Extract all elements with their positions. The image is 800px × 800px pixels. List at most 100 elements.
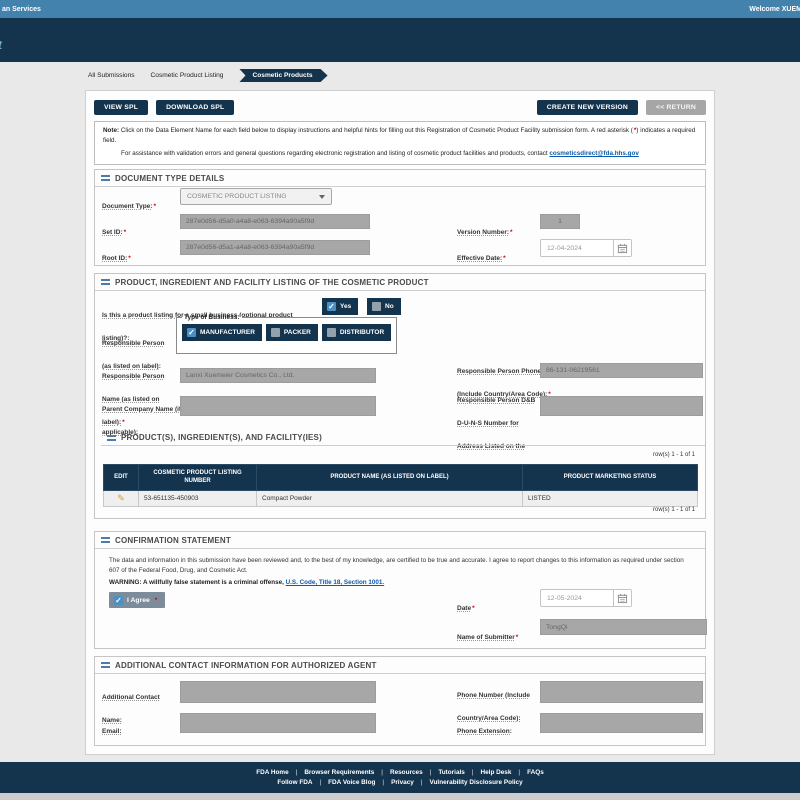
- footer-separator: |: [319, 779, 322, 786]
- assistance-text: For assistance with validation errors an…: [121, 150, 550, 158]
- small-business-no-button[interactable]: No: [367, 298, 401, 315]
- document-type-value: COSMETIC PRODUCT LISTING: [187, 193, 287, 200]
- date-input[interactable]: 12-05-2024: [541, 590, 613, 606]
- toolbar-spacer: [242, 100, 528, 116]
- edit-cell: ✎: [103, 490, 139, 507]
- document-type-label[interactable]: Document Type:: [102, 203, 152, 210]
- phone-extension-label[interactable]: Phone Extension:: [457, 728, 512, 735]
- root-id-label[interactable]: Root ID:: [102, 255, 127, 262]
- footer-link-faqs[interactable]: FAQs: [527, 769, 544, 776]
- view-spl-button[interactable]: VIEW SPL: [94, 100, 149, 115]
- form-card: VIEW SPL DOWNLOAD SPL CREATE NEW VERSION…: [85, 90, 715, 755]
- section-collapse-icon[interactable]: [101, 175, 110, 181]
- calendar-icon[interactable]: [613, 240, 631, 256]
- document-type-details-section: DOCUMENT TYPE DETAILS Document Type:* CO…: [94, 169, 706, 266]
- checkbox-empty-icon: [270, 328, 280, 337]
- product-section-header: PRODUCT, INGREDIENT AND FACILITY LISTING…: [95, 274, 705, 291]
- required-asterisk: *: [510, 229, 513, 236]
- assistance-paragraph: For assistance with validation errors an…: [121, 149, 697, 158]
- edit-column-header: EDIT: [103, 464, 139, 491]
- document-type-select[interactable]: COSMETIC PRODUCT LISTING: [180, 188, 332, 205]
- row-count-top: row(s) 1 - 1 of 1: [652, 452, 695, 458]
- section-title: DOCUMENT TYPE DETAILS: [115, 173, 225, 183]
- i-agree-label: I Agree: [127, 596, 150, 604]
- business-type-distributor[interactable]: DISTRIBUTOR: [321, 324, 392, 341]
- contact-email-link[interactable]: cosmeticsdirect@fda.hhs.gov: [549, 150, 638, 157]
- note-prefix: Note:: [103, 127, 120, 134]
- email-label[interactable]: Email:: [102, 728, 122, 735]
- footer-link-follow-fda[interactable]: Follow FDA: [277, 779, 312, 786]
- no-label: No: [385, 303, 394, 310]
- required-asterisk: *: [515, 634, 519, 641]
- i-agree-button[interactable]: I Agree *: [109, 592, 166, 608]
- listing-number-column-header: COSMETIC PRODUCT LISTING NUMBER: [138, 464, 257, 491]
- effective-date-label[interactable]: Effective Date:: [457, 255, 502, 262]
- footer-link-fda-voice-blog[interactable]: FDA Voice Blog: [328, 779, 375, 786]
- return-button[interactable]: << RETURN: [646, 100, 706, 115]
- toolbar: VIEW SPL DOWNLOAD SPL CREATE NEW VERSION…: [94, 100, 706, 116]
- date-wrapper: 12-05-2024: [540, 589, 632, 607]
- required-asterisk: *: [472, 605, 475, 612]
- us-code-link[interactable]: U.S. Code, Title 18, Section 1001.: [286, 579, 385, 586]
- contact-phone-field: [540, 681, 703, 703]
- name-of-submitter-field: TongQi: [540, 619, 707, 635]
- breadcrumb-cosmetic-products-active[interactable]: Cosmetic Products: [239, 69, 327, 82]
- calendar-icon[interactable]: [613, 590, 631, 606]
- effective-date-input[interactable]: 12-04-2024: [541, 240, 613, 256]
- set-id-label[interactable]: Set ID:: [102, 229, 123, 236]
- business-type-packer[interactable]: PACKER: [265, 324, 318, 341]
- additional-section-header: ADDITIONAL CONTACT INFORMATION FOR AUTHO…: [95, 657, 705, 674]
- product-name-column-header: PRODUCT NAME (AS LISTED ON LABEL): [256, 464, 523, 491]
- warning-text: WARNING: A willfully false statement is …: [109, 579, 695, 586]
- version-number-field: 1: [540, 214, 580, 229]
- section-title: ADDITIONAL CONTACT INFORMATION FOR AUTHO…: [115, 660, 377, 670]
- footer-link-tutorials[interactable]: Tutorials: [438, 769, 465, 776]
- edit-pencil-icon[interactable]: ✎: [117, 493, 125, 504]
- footer-link-privacy[interactable]: Privacy: [391, 779, 414, 786]
- required-asterisk: *: [153, 203, 156, 210]
- name-of-submitter-label[interactable]: Name of Submitter: [457, 634, 515, 641]
- required-asterisk: *: [128, 255, 131, 262]
- rp-phone-field: 86-131-06219561: [540, 363, 703, 378]
- footer-separator: |: [295, 769, 298, 776]
- create-new-version-button[interactable]: CREATE NEW VERSION: [536, 100, 639, 115]
- breadcrumb-cosmetic-product-listing[interactable]: Cosmetic Product Listing: [151, 72, 224, 79]
- business-type-manufacturer[interactable]: MANUFACTURER: [182, 324, 262, 341]
- warning-body: WARNING: A willfully false statement is …: [109, 579, 286, 586]
- footer-link-vulnerability-disclosure[interactable]: Vulnerability Disclosure Policy: [429, 779, 522, 786]
- breadcrumb-all-submissions[interactable]: All Submissions: [88, 72, 135, 79]
- version-number-label[interactable]: Version Number:: [457, 229, 509, 236]
- root-id-field: 287e0d56-d5a1-a4a8-e063-6394a90a5f9d: [180, 240, 370, 255]
- welcome-user-text: Welcome XUEM: [749, 5, 800, 13]
- download-spl-button[interactable]: DOWNLOAD SPL: [156, 100, 235, 115]
- footer-link-resources[interactable]: Resources: [390, 769, 423, 776]
- section-collapse-icon[interactable]: [107, 434, 116, 441]
- listing-number-cell: 53-651135-450903: [138, 490, 257, 507]
- marketing-status-column-header: PRODUCT MARKETING STATUS: [522, 464, 698, 491]
- effective-date-wrapper: 12-04-2024: [540, 239, 632, 257]
- section-collapse-icon[interactable]: [101, 662, 110, 668]
- required-asterisk: *: [123, 229, 127, 236]
- section-collapse-icon[interactable]: [101, 537, 110, 543]
- footer-link-fda-home[interactable]: FDA Home: [256, 769, 288, 776]
- small-business-yes-button[interactable]: Yes: [322, 298, 359, 315]
- section-collapse-icon[interactable]: [101, 279, 110, 285]
- subsection-title: PRODUCT(S), INGREDIENT(S), AND FACILITY(…: [121, 433, 322, 442]
- date-label[interactable]: Date: [457, 605, 471, 612]
- footer-link-help-desk[interactable]: Help Desk: [481, 769, 512, 776]
- distributor-label: DISTRIBUTOR: [339, 329, 385, 336]
- row-count-bottom: row(s) 1 - 1 of 1: [652, 507, 695, 513]
- footer-separator: |: [381, 769, 383, 776]
- required-asterisk: *: [154, 596, 158, 604]
- type-of-business-fieldset: Type of Business: MANUFACTURER PACKER DI…: [176, 314, 398, 354]
- footer-link-browser-requirements[interactable]: Browser Requirements: [304, 769, 374, 776]
- rp-name-field: Lanxi Xuemeier Cosmetics Co., Ltd.: [180, 368, 376, 383]
- footer-separator: |: [471, 769, 474, 776]
- footer-separator: |: [420, 779, 423, 786]
- set-id-field: 287e0d56-d5a0-a4a8-e063-6394a90a5f9d: [180, 214, 370, 229]
- business-type-buttons: MANUFACTURER PACKER DISTRIBUTOR: [182, 324, 392, 341]
- bottom-strip: [0, 793, 800, 800]
- page-footer: FDA Home | Browser Requirements | Resource…: [0, 762, 800, 793]
- product-name-cell: Compact Powder: [256, 490, 523, 507]
- check-icon: [327, 302, 336, 311]
